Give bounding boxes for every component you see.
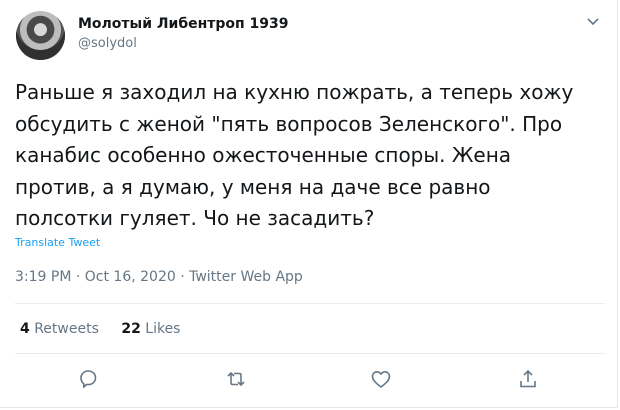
like-icon[interactable] <box>369 367 393 391</box>
translate-tweet-link[interactable]: Translate Tweet <box>15 236 100 250</box>
more-options-chevron-down-icon[interactable] <box>583 14 603 30</box>
retweet-icon[interactable] <box>224 367 248 391</box>
tweet-timestamp[interactable]: 3:19 PM · Oct 16, 2020 · Twitter Web App <box>15 268 303 286</box>
divider <box>15 303 605 304</box>
divider <box>15 353 605 354</box>
author-handle[interactable]: @solydol <box>78 35 137 52</box>
retweets-count: 4 <box>20 321 30 337</box>
author-display-name[interactable]: Молотый Либентроп 1939 <box>78 15 289 33</box>
share-icon[interactable] <box>516 367 540 391</box>
likes-count: 22 <box>121 321 141 337</box>
tweet-text: Раньше я заходил на кухню пожрать, а теп… <box>15 80 574 230</box>
likes-label: Likes <box>145 321 181 337</box>
tweet-card: Молотый Либентроп 1939 @solydol Раньше я… <box>0 0 618 408</box>
reply-icon[interactable] <box>76 367 100 391</box>
retweets-stat[interactable]: 4 Retweets <box>20 321 99 337</box>
likes-stat[interactable]: 22 Likes <box>121 321 180 337</box>
avatar[interactable] <box>16 11 65 60</box>
tweet-stats: 4 Retweets 22 Likes <box>20 320 198 338</box>
retweets-label: Retweets <box>34 321 99 337</box>
